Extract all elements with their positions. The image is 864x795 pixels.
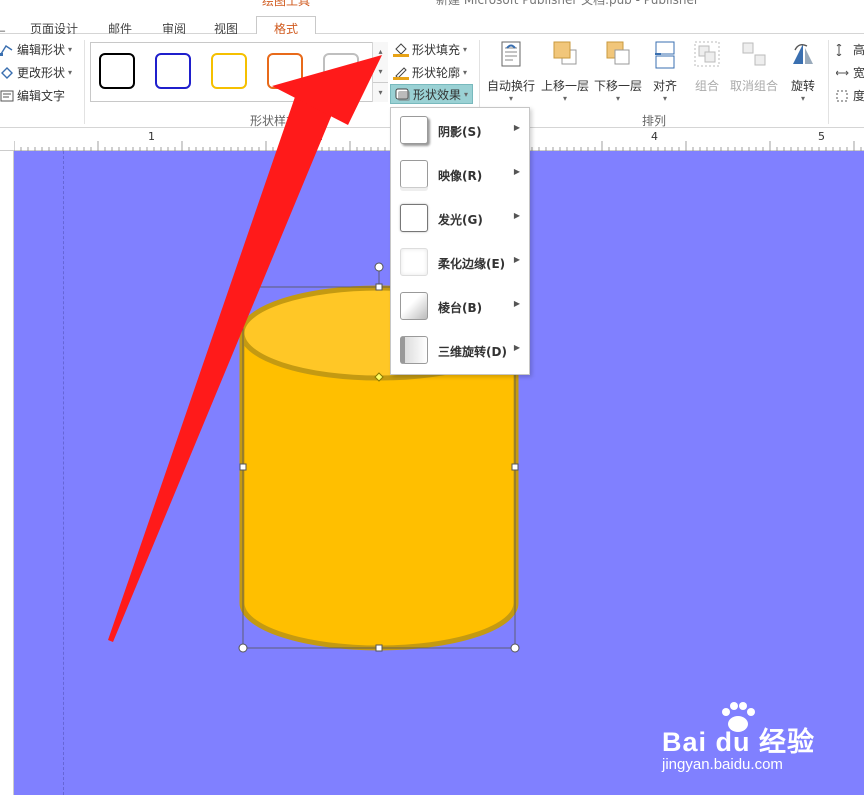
menu-item-label: 棱台(B) — [438, 301, 483, 315]
bevel-icon — [400, 292, 428, 320]
watermark-logo: Bai du 经验 — [662, 727, 816, 757]
shape-effects-menu: 阴影(S) ▶ 映像(R) ▶ 发光(G) ▶ 柔化边缘(E) ▶ 棱台(B) … — [390, 107, 530, 375]
resize-handle-right[interactable] — [511, 463, 519, 471]
menu-item-soft-edges[interactable]: 柔化边缘(E) ▶ — [391, 240, 529, 284]
menu-item-bevel[interactable]: 棱台(B) ▶ — [391, 284, 529, 328]
resize-handle-left[interactable] — [239, 463, 247, 471]
resize-handle-bottom[interactable] — [375, 644, 383, 652]
menu-item-glow[interactable]: 发光(G) ▶ — [391, 196, 529, 240]
shadow-icon — [400, 116, 428, 144]
rotation-handle[interactable] — [374, 262, 384, 272]
3d-rotation-icon — [400, 336, 428, 364]
chevron-right-icon: ▶ — [513, 123, 520, 132]
chevron-right-icon: ▶ — [513, 299, 520, 308]
chevron-right-icon: ▶ — [513, 255, 520, 264]
chevron-right-icon: ▶ — [513, 343, 520, 352]
soft-edges-icon — [400, 248, 428, 276]
watermark-url: jingyan.baidu.com — [662, 756, 783, 773]
menu-item-reflection[interactable]: 映像(R) ▶ — [391, 152, 529, 196]
menu-item-label: 柔化边缘(E) — [438, 257, 506, 271]
resize-handle-bottom-left[interactable] — [238, 643, 248, 653]
resize-handle-top[interactable] — [375, 283, 383, 291]
reflection-icon — [400, 160, 428, 188]
menu-item-label: 阴影(S) — [438, 125, 482, 139]
menu-item-label: 发光(G) — [438, 213, 483, 227]
chevron-right-icon: ▶ — [513, 167, 520, 176]
menu-item-shadow[interactable]: 阴影(S) ▶ — [391, 108, 529, 152]
resize-handle-bottom-right[interactable] — [510, 643, 520, 653]
glow-icon — [400, 204, 428, 232]
menu-item-label: 映像(R) — [438, 169, 483, 183]
chevron-right-icon: ▶ — [513, 211, 520, 220]
menu-item-3d-rotation[interactable]: 三维旋转(D) ▶ — [391, 328, 529, 372]
menu-item-label: 三维旋转(D) — [438, 345, 507, 359]
